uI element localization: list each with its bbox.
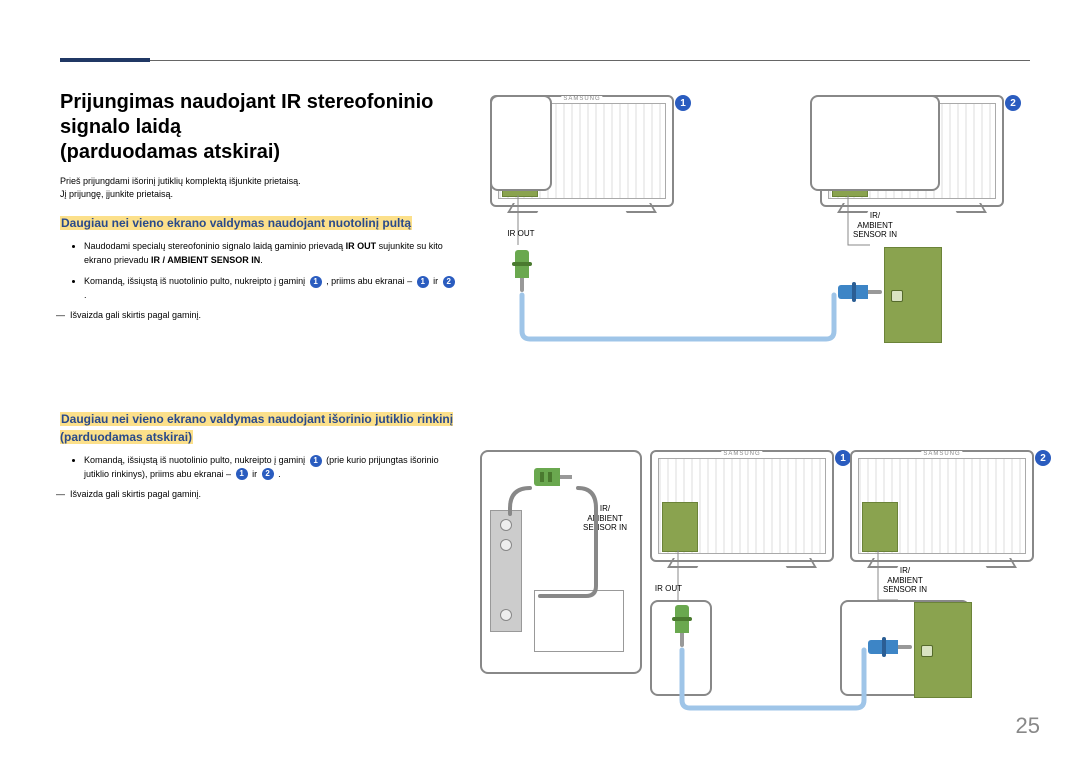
section1-heading-block: Daugiau nei vieno ekrano valdymas naudoj… xyxy=(60,214,460,232)
section2-heading-block: Daugiau nei vieno ekrano valdymas naudoj… xyxy=(60,410,460,446)
tv-2-b: SAMSUNG xyxy=(850,450,1034,562)
title-line-3: (parduodamas atskirai) xyxy=(60,141,280,163)
samsung-logo: SAMSUNG xyxy=(721,451,762,457)
circle-2-icon: 2 xyxy=(443,276,455,288)
side-panel-b xyxy=(914,602,972,698)
label-ir-out-b: IR OUT xyxy=(620,584,682,594)
accent-bar xyxy=(60,58,150,62)
tv-io-panel xyxy=(662,502,698,552)
page-number: 25 xyxy=(1016,713,1040,739)
section1-heading: Daugiau nei vieno ekrano valdymas naudoj… xyxy=(60,216,412,230)
tv-stand xyxy=(781,558,817,568)
label-ir-ambient: IR/AMBIENTSENSOR IN xyxy=(810,211,940,240)
top-rule xyxy=(60,60,1030,61)
tv-frame: SAMSUNG xyxy=(650,450,834,562)
jack-box-ir-out xyxy=(490,95,552,191)
intro-text: Prieš prijungdami išorinį jutiklių kompl… xyxy=(60,175,460,200)
page-title: Prijungimas naudojant IR stereofoninio s… xyxy=(60,90,460,165)
tv-frame: SAMSUNG xyxy=(850,450,1034,562)
side-panel xyxy=(884,247,942,343)
tv-stand xyxy=(507,203,543,213)
callout-1-icon: 1 xyxy=(835,450,851,466)
section2-heading: Daugiau nei vieno ekrano valdymas naudoj… xyxy=(60,412,453,444)
section2-note: ―Išvaizda gali skirtis pagal gaminį. xyxy=(60,489,460,499)
circle-1-icon: 1 xyxy=(236,468,248,480)
left-column: Prijungimas naudojant IR stereofoninio s… xyxy=(60,90,460,499)
callout-2-icon: 2 xyxy=(1035,450,1051,466)
section1-bullets: Naudodami specialų stereofoninio signalo… xyxy=(60,240,460,302)
section1-note: ―Išvaizda gali skirtis pagal gaminį. xyxy=(60,310,460,320)
s1-bullet-1: Naudodami specialų stereofoninio signalo… xyxy=(84,240,460,267)
samsung-logo: SAMSUNG xyxy=(561,96,602,102)
diagram-top: SAMSUNG 1 SAMSUNG 2 IR OUT IR/AMBIENTS xyxy=(490,95,1030,345)
circle-1-icon: 1 xyxy=(417,276,429,288)
ir-receiver-panel xyxy=(490,510,522,632)
label-ir-out: IR OUT xyxy=(490,229,552,239)
tv-stand xyxy=(951,203,987,213)
s1-bullet-2: Komandą, išsiųstą iš nuotolinio pulto, n… xyxy=(84,275,460,302)
label-ir-ambient-b: IR/AMBIENTSENSOR IN xyxy=(840,566,970,595)
jack-box-sensor-in xyxy=(810,95,940,191)
tv-stand xyxy=(621,203,657,213)
circle-1-icon: 1 xyxy=(310,276,322,288)
callout-1-icon: 1 xyxy=(675,95,691,111)
title-line-1: Prijungimas naudojant IR stereofoninio xyxy=(60,91,433,113)
circle-2-icon: 2 xyxy=(262,468,274,480)
tv-stand xyxy=(667,558,703,568)
plug-blue-icon xyxy=(838,285,888,299)
samsung-logo: SAMSUNG xyxy=(921,451,962,457)
plug-green-icon xyxy=(675,605,689,655)
s2-bullet-1: Komandą, išsiųstą iš nuotolinio pulto, n… xyxy=(84,454,460,481)
tv-io-panel xyxy=(862,502,898,552)
intro-p2: Jį prijungę, įjunkite prietaisą. xyxy=(60,189,173,199)
label-ext-sensor-in: IR/AMBIENTSENSOR IN xyxy=(570,504,640,533)
sensor-module-icon xyxy=(534,590,624,652)
intro-p1: Prieš prijungdami išorinį jutiklių kompl… xyxy=(60,176,301,186)
plug-blue-icon xyxy=(868,640,918,654)
tv-stand xyxy=(981,558,1017,568)
circle-1-icon: 1 xyxy=(310,455,322,467)
title-line-2: signalo laidą xyxy=(60,116,181,138)
diagram-bottom: SAMSUNG 1 SAMSUNG 2 IR/AMBIENTSENSOR xyxy=(490,450,1030,710)
callout-2-icon: 2 xyxy=(1005,95,1021,111)
ext-plug-green-icon xyxy=(534,468,574,486)
tv-1-b: SAMSUNG xyxy=(650,450,834,562)
plug-green-icon xyxy=(515,250,529,300)
section2-bullets: Komandą, išsiųstą iš nuotolinio pulto, n… xyxy=(60,454,460,481)
